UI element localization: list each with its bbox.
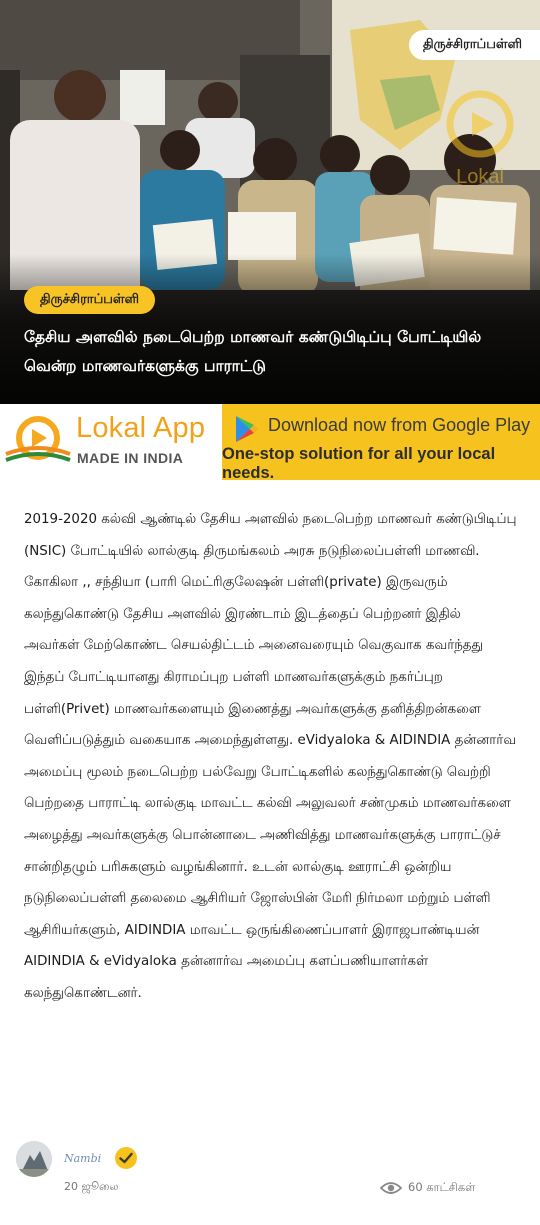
app-download-banner[interactable]: Lokal App MADE IN INDIA Download now fro… xyxy=(0,404,540,482)
verified-badge-icon xyxy=(115,1147,137,1169)
location-chip[interactable]: திருச்சிராப்பள்ளி xyxy=(24,286,156,314)
hero-image[interactable]: Lokal திருச்சிராப்பள்ளி திருச்சிராப்பள்ள… xyxy=(0,0,540,404)
author-name[interactable]: Nambi xyxy=(64,1152,101,1165)
post-date: 20 ஜூலை xyxy=(64,1180,119,1193)
lokal-watermark-icon: Lokal xyxy=(446,90,514,188)
article-headline: தேசிய அளவில் நடைபெற்ற மாணவர் கண்டுபிடிப்… xyxy=(24,328,482,375)
eye-icon xyxy=(380,1182,402,1194)
google-play-icon xyxy=(236,416,259,442)
article-body: 2019-2020 கல்வி ஆண்டில் தேசிய அளவில் நடை… xyxy=(24,512,517,1001)
banner-made-in-india: MADE IN INDIA xyxy=(77,450,184,466)
view-count: 60 காட்சிகள் xyxy=(408,1180,476,1194)
svg-text:Lokal: Lokal xyxy=(456,166,504,188)
location-tag-top[interactable]: திருச்சிராப்பள்ளி xyxy=(408,30,540,60)
lokal-logo-icon xyxy=(5,416,71,462)
banner-tagline: One-stop solution for all your local nee… xyxy=(222,445,496,482)
author-avatar[interactable] xyxy=(16,1141,52,1177)
banner-brand-name: Lokal App xyxy=(76,412,206,444)
banner-download-text: Download now from Google Play xyxy=(268,415,531,435)
